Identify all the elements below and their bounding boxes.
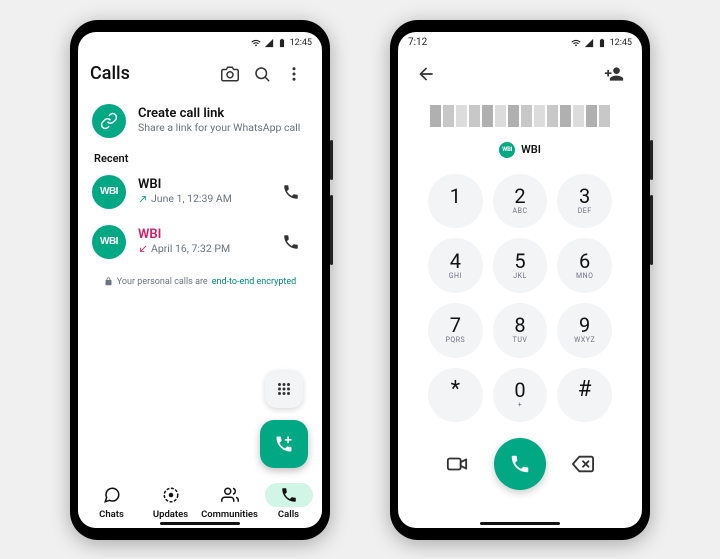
bottom-navigation: Chats Updates Communities Calls [78, 472, 322, 528]
phone-mockup-dialer: 7:12 12:45 WBI WBI [390, 20, 650, 540]
dialpad-key-6[interactable]: 6MNO [557, 238, 612, 293]
call-timestamp: April 16, 7:32 PM [151, 242, 230, 256]
call-contact-name: WBI [138, 177, 262, 193]
avatar: WBI [499, 142, 515, 158]
arrow-left-icon [416, 64, 436, 84]
camera-button[interactable] [214, 58, 246, 90]
nav-label: Calls [278, 509, 299, 520]
call-log-item[interactable]: WBI WBI June 1, 12:39 AM [78, 167, 322, 217]
communities-icon [221, 486, 239, 504]
backspace-icon [572, 453, 594, 475]
status-bar: 12:45 [78, 32, 322, 52]
dialpad-icon [275, 380, 293, 398]
wifi-icon [251, 38, 261, 48]
home-indicator[interactable] [160, 522, 240, 525]
add-call-icon [274, 434, 294, 454]
call-back-button[interactable] [274, 225, 308, 259]
phone-icon [280, 486, 298, 504]
page-title: Calls [90, 63, 214, 84]
nav-label: Communities [201, 509, 258, 520]
dialed-number-display [398, 96, 642, 136]
phone-power-button [650, 140, 653, 180]
dialpad-fab[interactable] [265, 370, 303, 408]
dialpad-key-7[interactable]: 7PQRS [428, 303, 483, 358]
video-icon [446, 453, 468, 475]
nav-item-calls[interactable]: Calls [259, 476, 318, 528]
dialpad-key-star[interactable]: * [428, 368, 483, 423]
nav-item-chats[interactable]: Chats [82, 476, 141, 528]
link-icon-avatar [92, 104, 126, 138]
call-timestamp: June 1, 12:39 AM [151, 192, 232, 206]
create-call-link-row[interactable]: Create call link Share a link for your W… [78, 96, 322, 146]
signal-icon [264, 38, 274, 48]
call-contact-name: WBI [138, 227, 262, 243]
app-header: Calls [78, 52, 322, 96]
nav-label: Chats [99, 509, 124, 520]
status-time: 12:45 [290, 38, 312, 48]
recent-section-label: Recent [78, 146, 322, 167]
dialpad-key-1[interactable]: 1 [428, 174, 483, 229]
encryption-link[interactable]: end-to-end encrypted [212, 277, 297, 287]
create-link-title: Create call link [138, 106, 308, 122]
avatar: WBI [92, 175, 126, 209]
call-log-item[interactable]: WBI WBI April 16, 7:32 PM [78, 217, 322, 267]
phone-icon [282, 183, 300, 201]
dialpad-key-2[interactable]: 2ABC [493, 174, 548, 229]
new-call-fab[interactable] [260, 420, 308, 468]
phone-volume-button [650, 195, 653, 265]
more-vertical-icon [285, 65, 303, 83]
battery-icon [597, 38, 607, 48]
phone-icon [282, 233, 300, 251]
status-time: 12:45 [610, 38, 632, 48]
avatar: WBI [92, 225, 126, 259]
chat-icon [103, 486, 121, 504]
person-add-icon [604, 64, 624, 84]
dialpad-key-9[interactable]: 9WXYZ [557, 303, 612, 358]
home-indicator[interactable] [480, 522, 560, 525]
status-time-left: 7:12 [408, 37, 427, 48]
battery-icon [277, 38, 287, 48]
phone-icon [509, 453, 531, 475]
dialpad-key-8[interactable]: 8TUV [493, 303, 548, 358]
dialpad-key-0[interactable]: 0+ [493, 368, 548, 423]
outgoing-call-icon [138, 194, 148, 204]
lock-icon [104, 277, 113, 286]
voice-call-button[interactable] [494, 438, 546, 490]
dialpad-key-3[interactable]: 3DEF [557, 174, 612, 229]
back-button[interactable] [410, 58, 442, 90]
dialpad: 1 2ABC 3DEF 4GHI 5JKL 6MNO 7PQRS 8TUV 9W… [398, 168, 642, 429]
dialer-header [398, 52, 642, 96]
phone-volume-button [330, 195, 333, 265]
matched-contact-chip[interactable]: WBI WBI [398, 136, 642, 168]
nav-item-communities[interactable]: Communities [200, 476, 259, 528]
nav-item-updates[interactable]: Updates [141, 476, 200, 528]
search-button[interactable] [246, 58, 278, 90]
add-contact-button[interactable] [598, 58, 630, 90]
search-icon [253, 65, 271, 83]
video-call-button[interactable] [435, 442, 479, 486]
wifi-icon [571, 38, 581, 48]
missed-call-icon [138, 244, 148, 254]
phone-mockup-calls: 12:45 Calls Create call link Share a lin… [70, 20, 330, 540]
updates-icon [162, 486, 180, 504]
encryption-note: Your personal calls are end-to-end encry… [78, 267, 322, 297]
dialpad-key-5[interactable]: 5JKL [493, 238, 548, 293]
status-bar: 7:12 12:45 [398, 32, 642, 52]
contact-name: WBI [521, 143, 541, 156]
redacted-number [418, 105, 622, 127]
more-button[interactable] [278, 58, 310, 90]
dialpad-key-4[interactable]: 4GHI [428, 238, 483, 293]
camera-icon [221, 65, 239, 83]
create-link-subtitle: Share a link for your WhatsApp call [138, 121, 308, 135]
dialpad-key-hash[interactable]: # [557, 368, 612, 423]
nav-label: Updates [153, 509, 188, 520]
call-back-button[interactable] [274, 175, 308, 209]
link-icon [100, 112, 118, 130]
signal-icon [584, 38, 594, 48]
backspace-button[interactable] [561, 442, 605, 486]
phone-power-button [330, 140, 333, 180]
